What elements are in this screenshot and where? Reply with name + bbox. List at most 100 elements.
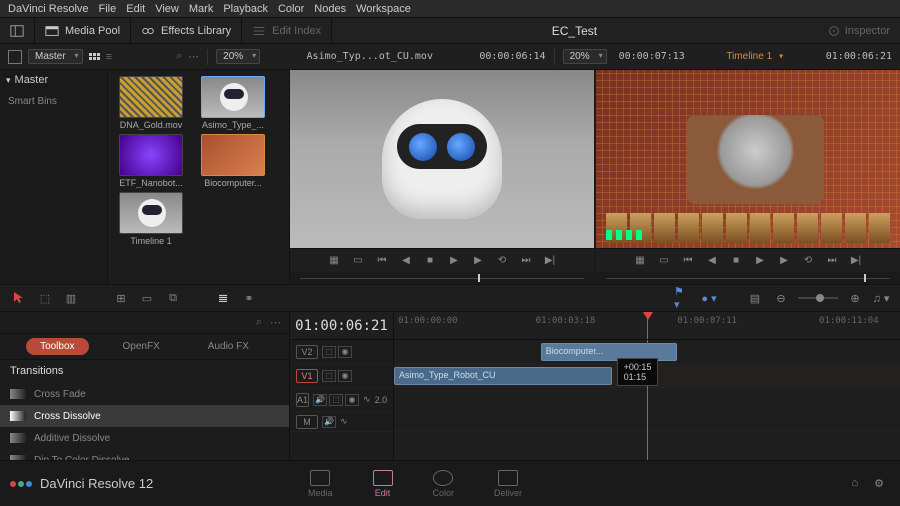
timeline-timecode[interactable]: 01:00:06:21 [290, 312, 394, 339]
smart-bins-label[interactable]: Smart Bins [0, 90, 107, 113]
playhead-icon[interactable] [643, 312, 653, 320]
search-icon[interactable]: ⌕ [176, 50, 182, 63]
tl-match-frame-icon[interactable]: ▦ [632, 254, 648, 268]
clip-biocomputer[interactable]: Biocomputer... [194, 134, 272, 188]
lock-icon[interactable]: ⬚ [322, 346, 336, 358]
clip-nanobot[interactable]: ETF_Nanobot... [112, 134, 190, 188]
effects-library-button[interactable]: Effects Library [131, 18, 242, 43]
media-pool-button[interactable]: Media Pool [35, 18, 131, 43]
curve-icon[interactable]: ∿ [363, 394, 371, 405]
clip-timeline1[interactable]: Timeline 1 [112, 192, 190, 246]
fx-search-icon[interactable]: ⌕ [256, 316, 262, 329]
page-deliver[interactable]: Deliver [486, 467, 530, 501]
tl-first-frame-button[interactable]: ⏮ [680, 254, 696, 268]
timeline-viewer[interactable]: ▦ ▭ ⏮ ◀ ■ ▶ ▶ ⟲ ⏭ ▶| [596, 70, 900, 284]
track-m[interactable]: M🔊∿ [290, 412, 393, 432]
marker-icon[interactable]: ● ▾ [700, 290, 718, 306]
timeline-ruler[interactable]: 01:00:00:00 01:00:03:18 01:00:07:11 01:0… [394, 312, 900, 339]
page-edit[interactable]: Edit [365, 467, 401, 501]
track-v1[interactable]: V1⬚◉ [290, 364, 393, 388]
source-viewer[interactable]: ▦ ▭ ⏮ ◀ ■ ▶ ▶ ⟲ ⏭ ▶| [290, 70, 594, 284]
mute-icon[interactable]: 🔊 [313, 394, 327, 406]
snap-icon[interactable]: 𝌆 [214, 290, 232, 306]
inspector-button[interactable]: Inspector [817, 24, 900, 38]
menu-nodes[interactable]: Nodes [314, 3, 346, 15]
page-media[interactable]: Media [300, 467, 341, 501]
tl-last-frame-button[interactable]: ⏭ [824, 254, 840, 268]
end-button[interactable]: ▶| [542, 254, 558, 268]
track-v2[interactable]: V2⬚◉ [290, 340, 393, 364]
home-icon[interactable]: ⌂ [851, 477, 858, 490]
insert-clip-icon[interactable]: ⊞ [112, 290, 130, 306]
list-view-icon[interactable]: ≡ [106, 51, 112, 63]
replace-clip-icon[interactable]: ⧉ [164, 290, 182, 306]
project-title: EC_Test [332, 24, 817, 38]
more-icon[interactable]: ⋯ [188, 50, 199, 63]
tab-toolbox[interactable]: Toolbox [26, 338, 88, 355]
layout-button[interactable] [0, 18, 35, 43]
menu-edit[interactable]: Edit [126, 3, 145, 15]
menu-playback[interactable]: Playback [223, 3, 268, 15]
track-a1[interactable]: A1🔊⬚◉∿2.0 [290, 388, 393, 412]
last-frame-button[interactable]: ⏭ [518, 254, 534, 268]
tab-audiofx[interactable]: Audio FX [194, 338, 263, 355]
page-color[interactable]: Color [425, 467, 463, 501]
link-icon[interactable]: ⚭ [240, 290, 258, 306]
match-frame-icon[interactable]: ▦ [326, 254, 342, 268]
sidebar-toggle-icon[interactable] [8, 50, 22, 64]
effects-panel: ⌕ ⋯ Toolbox OpenFX Audio FX Transitions C… [0, 312, 290, 460]
tl-play-button[interactable]: ▶ [752, 254, 768, 268]
overwrite-clip-icon[interactable]: ▭ [138, 290, 156, 306]
play-button[interactable]: ▶ [446, 254, 462, 268]
source-clip-name[interactable]: Asimo_Typ...ot_CU.mov [266, 51, 473, 62]
clip-block-v1[interactable]: Asimo_Type_Robot_CU [394, 367, 612, 385]
grid-view-icon[interactable] [89, 53, 100, 60]
master-bin[interactable]: Master [0, 70, 107, 90]
menu-mark[interactable]: Mark [189, 3, 213, 15]
trim-tool-icon[interactable]: ⬚ [36, 290, 54, 306]
menu-color[interactable]: Color [278, 3, 304, 15]
first-frame-button[interactable]: ⏮ [374, 254, 390, 268]
tl-next-button[interactable]: ▶ [776, 254, 792, 268]
fx-more-icon[interactable]: ⋯ [270, 316, 281, 329]
source-zoom-dropdown[interactable]: 20% [216, 49, 260, 64]
tl-end-button[interactable]: ▶| [848, 254, 864, 268]
timeline-name-dropdown[interactable]: Timeline 1 ▾ [691, 51, 820, 62]
fx-cross-dissolve[interactable]: Cross Dissolve [0, 405, 289, 427]
tl-prev-button[interactable]: ◀ [704, 254, 720, 268]
menu-view[interactable]: View [155, 3, 179, 15]
bin-dropdown[interactable]: Master [28, 49, 83, 64]
clip-asimo[interactable]: Asimo_Type_... [194, 76, 272, 130]
menu-workspace[interactable]: Workspace [356, 3, 411, 15]
edit-index-button[interactable]: Edit Index [242, 18, 332, 43]
tl-stop-button[interactable]: ■ [728, 254, 744, 268]
loop-button[interactable]: ⟲ [494, 254, 510, 268]
zoom-out-icon[interactable]: ⊖ [772, 290, 790, 306]
timeline-options-icon[interactable]: ▤ [746, 290, 764, 306]
settings-icon[interactable]: ⚙ [874, 477, 884, 490]
sub-toolbar: Master ≡ ⌕ ⋯ 20% Asimo_Typ...ot_CU.mov 0… [0, 44, 900, 70]
menu-file[interactable]: File [99, 3, 117, 15]
fx-category-label: Transitions [0, 360, 289, 383]
flag-icon[interactable]: ⚑ ▾ [674, 290, 692, 306]
stop-button[interactable]: ■ [422, 254, 438, 268]
auto-select-icon[interactable]: ◉ [338, 346, 352, 358]
zoom-in-icon[interactable]: ⊕ [846, 290, 864, 306]
blade-tool-icon[interactable]: ▥ [62, 290, 80, 306]
clip-dna-gold[interactable]: DNA_Gold.mov [112, 76, 190, 130]
selection-tool-icon[interactable] [10, 290, 28, 306]
timeline-zoom-dropdown[interactable]: 20% [563, 49, 607, 64]
tl-loop-button[interactable]: ⟲ [800, 254, 816, 268]
fx-dip-to-color[interactable]: Dip To Color Dissolve [0, 449, 289, 460]
prev-button[interactable]: ◀ [398, 254, 414, 268]
timeline-canvas[interactable]: Biocomputer... Asimo_Type_Robot_CU +00:1… [394, 340, 900, 460]
next-button[interactable]: ▶ [470, 254, 486, 268]
audio-icon[interactable]: ♫ ▾ [872, 290, 890, 306]
insert-icon[interactable]: ▭ [350, 254, 366, 268]
menu-app[interactable]: DaVinci Resolve [8, 3, 89, 15]
fx-cross-fade[interactable]: Cross Fade [0, 383, 289, 405]
fx-additive-dissolve[interactable]: Additive Dissolve [0, 427, 289, 449]
tab-openfx[interactable]: OpenFX [109, 338, 174, 355]
timeline-transport: ▦ ▭ ⏮ ◀ ■ ▶ ▶ ⟲ ⏭ ▶| [596, 248, 900, 272]
tl-insert-icon[interactable]: ▭ [656, 254, 672, 268]
